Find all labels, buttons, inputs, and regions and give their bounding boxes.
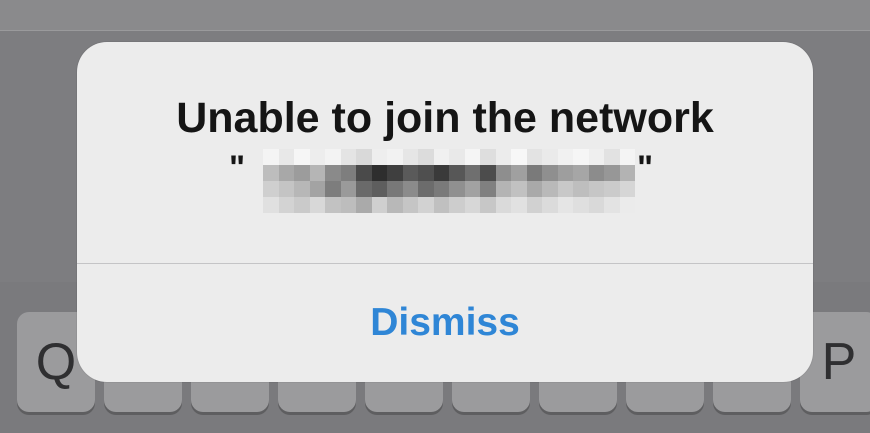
dismiss-button[interactable]: Dismiss <box>77 264 813 382</box>
top-bar <box>0 0 870 31</box>
dialog-title: Unable to join the network <box>176 94 714 142</box>
network-close-quote: " <box>637 149 654 187</box>
redacted-network-name-pixelation <box>263 149 635 213</box>
alert-dialog: Unable to join the network " " Dismiss <box>77 42 813 382</box>
network-name: " " <box>229 147 659 217</box>
network-open-quote: " <box>229 149 246 187</box>
screen: QWERTYUIOP Unable to join the network " … <box>0 0 870 433</box>
